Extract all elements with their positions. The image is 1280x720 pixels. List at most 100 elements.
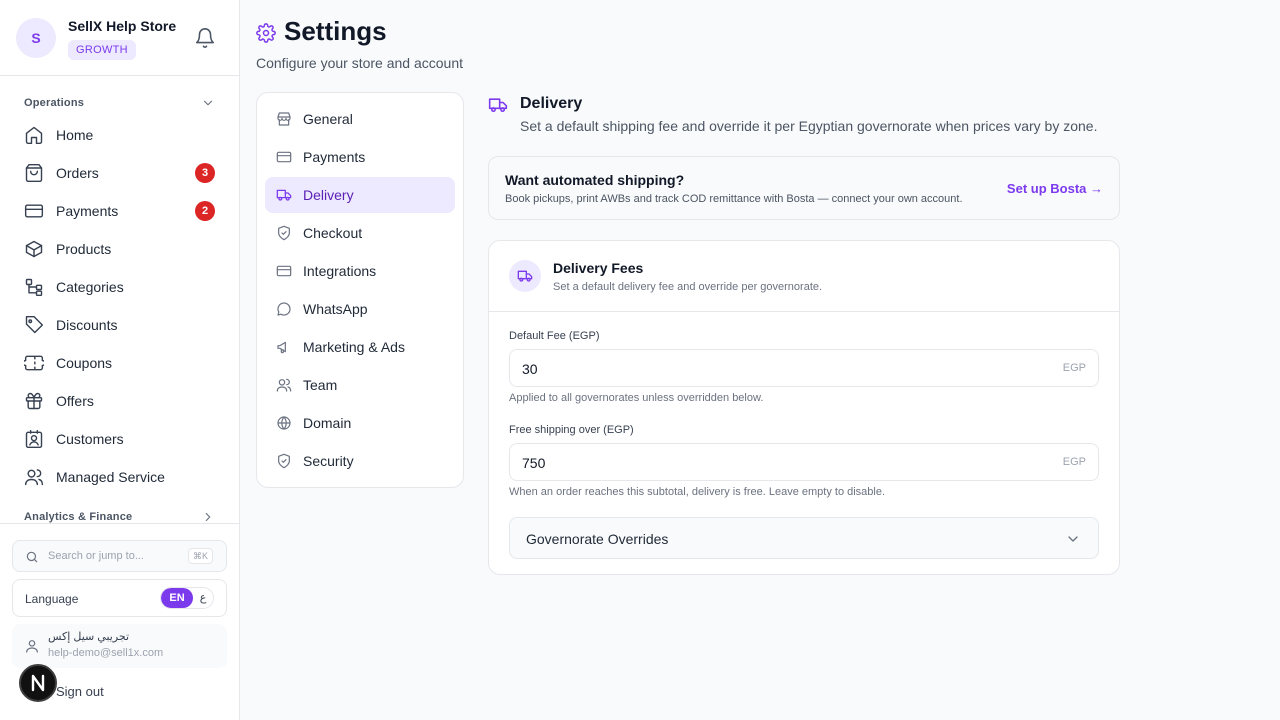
- delivery-fees-card: Delivery Fees Set a default delivery fee…: [488, 240, 1120, 575]
- gift-icon: [25, 392, 43, 410]
- sign-out-button[interactable]: Sign out: [56, 684, 104, 699]
- default-fee-input[interactable]: 30 EGP: [509, 349, 1099, 387]
- chevron-right-icon[interactable]: [201, 510, 215, 524]
- store-name: SellX Help Store: [68, 18, 177, 34]
- settings-tab-domain[interactable]: Domain: [265, 405, 455, 441]
- card-subtitle: Set a default delivery fee and override …: [553, 281, 823, 293]
- governorate-overrides-label: Governorate Overrides: [526, 531, 669, 547]
- settings-tab-whatsapp[interactable]: WhatsApp: [265, 291, 455, 327]
- sidebar-item-discounts[interactable]: Discounts: [16, 308, 224, 342]
- sidebar-item-label: Customers: [56, 431, 124, 447]
- bell-icon[interactable]: [194, 27, 216, 49]
- page-subtitle: Configure your store and account: [256, 55, 464, 71]
- default-fee-value: 30: [522, 361, 538, 377]
- banner-title: Want automated shipping?: [505, 172, 685, 188]
- credit-card-icon: [276, 151, 292, 163]
- governorate-overrides-toggle[interactable]: Governorate Overrides: [509, 517, 1099, 559]
- settings-tab-general[interactable]: General: [265, 101, 455, 137]
- contact-icon: [25, 429, 43, 449]
- card-icon-badge: [509, 260, 541, 292]
- user-email: help-demo@sell1x.com: [48, 647, 164, 659]
- free-shipping-input[interactable]: 750 EGP: [509, 443, 1099, 481]
- user-card[interactable]: تجريبي سيل إكس help-demo@sell1x.com: [12, 624, 227, 668]
- settings-tab-checkout[interactable]: Checkout: [265, 215, 455, 251]
- globe-icon: [277, 416, 291, 430]
- search-placeholder: Search or jump to...: [48, 550, 144, 562]
- sidebar-item-label: Managed Service: [56, 469, 165, 485]
- n-logo-icon: [31, 674, 45, 692]
- language-toggle[interactable]: EN ع: [160, 587, 214, 609]
- sidebar: S SellX Help Store GROWTH Operations Hom…: [0, 0, 240, 720]
- card-icon: [276, 265, 292, 277]
- settings-tab-label: Integrations: [303, 263, 377, 279]
- language-label: Language: [25, 592, 79, 606]
- users-icon: [276, 378, 292, 392]
- chat-bubble-icon: [277, 302, 291, 316]
- settings-tab-security[interactable]: Security: [265, 443, 455, 479]
- settings-tab-label: General: [303, 111, 353, 127]
- bosta-banner: Want automated shipping? Book pickups, p…: [488, 156, 1120, 220]
- sidebar-item-label: Discounts: [56, 317, 118, 333]
- store-header: S SellX Help Store GROWTH: [0, 0, 239, 76]
- credit-card-icon: [24, 204, 44, 218]
- store-icon: [277, 112, 291, 126]
- hierarchy-icon: [25, 278, 43, 297]
- section-operations[interactable]: Operations: [24, 97, 84, 109]
- keyboard-shortcut: ⌘K: [187, 548, 213, 564]
- sidebar-item-label: Orders: [56, 165, 99, 181]
- currency-unit: EGP: [1062, 456, 1086, 468]
- default-fee-label: Default Fee (EGP): [509, 330, 600, 342]
- truck-icon: [488, 98, 508, 113]
- settings-tab-label: Payments: [303, 149, 366, 165]
- section-title: Delivery: [520, 95, 583, 112]
- count-badge: 2: [195, 201, 215, 221]
- lang-en-option[interactable]: EN: [161, 588, 193, 608]
- dev-tools-badge[interactable]: [19, 664, 57, 702]
- store-avatar[interactable]: S: [16, 18, 56, 58]
- sidebar-item-managed-service[interactable]: Managed Service: [16, 460, 224, 494]
- settings-nav: General Payments Delivery Checkout Integ…: [256, 92, 464, 488]
- sidebar-item-customers[interactable]: Customers: [16, 422, 224, 456]
- sidebar-item-label: Products: [56, 241, 112, 257]
- chevron-down-icon: [1068, 536, 1078, 542]
- sidebar-item-home[interactable]: Home: [16, 118, 224, 152]
- tag-icon: [25, 315, 44, 334]
- sidebar-item-categories[interactable]: Categories: [16, 270, 224, 304]
- gear-icon: [256, 23, 276, 43]
- sidebar-item-offers[interactable]: Offers: [16, 384, 224, 418]
- count-badge: 3: [195, 163, 215, 183]
- section-analytics[interactable]: Analytics & Finance: [24, 511, 132, 523]
- sidebar-item-coupons[interactable]: Coupons: [16, 346, 224, 380]
- shield-check-icon: [278, 225, 290, 241]
- settings-tab-label: Delivery: [303, 187, 354, 203]
- shield-icon: [278, 453, 290, 469]
- lang-ar-option[interactable]: ع: [193, 588, 213, 608]
- sidebar-item-payments[interactable]: Payments 2: [16, 194, 224, 228]
- sidebar-item-label: Offers: [56, 393, 94, 409]
- settings-tab-delivery[interactable]: Delivery: [265, 177, 455, 213]
- currency-unit: EGP: [1062, 362, 1086, 374]
- user-icon: [26, 640, 38, 653]
- settings-tab-payments[interactable]: Payments: [265, 139, 455, 175]
- settings-tab-marketing[interactable]: Marketing & Ads: [265, 329, 455, 365]
- settings-tab-label: Checkout: [303, 225, 363, 241]
- search-input[interactable]: Search or jump to... ⌘K: [12, 540, 227, 572]
- settings-tab-integrations[interactable]: Integrations: [265, 253, 455, 289]
- user-name: تجريبي سيل إكس: [48, 631, 130, 643]
- search-icon: [26, 551, 38, 563]
- home-icon: [25, 126, 43, 145]
- sidebar-item-products[interactable]: Products: [16, 232, 224, 266]
- card-title: Delivery Fees: [553, 260, 644, 276]
- setup-bosta-link[interactable]: Set up Bosta →: [1007, 181, 1103, 196]
- page-title: Settings: [284, 16, 387, 46]
- sidebar-item-label: Coupons: [56, 355, 113, 371]
- language-switcher: Language EN ع: [12, 579, 227, 617]
- free-shipping-value: 750: [522, 455, 546, 471]
- free-shipping-help: When an order reaches this subtotal, del…: [509, 486, 886, 498]
- sidebar-item-label: Categories: [56, 279, 124, 295]
- ticket-icon: [24, 355, 44, 371]
- sidebar-item-label: Payments: [56, 203, 119, 219]
- sidebar-item-orders[interactable]: Orders 3: [16, 156, 224, 190]
- chevron-down-icon[interactable]: [201, 96, 215, 110]
- settings-tab-team[interactable]: Team: [265, 367, 455, 403]
